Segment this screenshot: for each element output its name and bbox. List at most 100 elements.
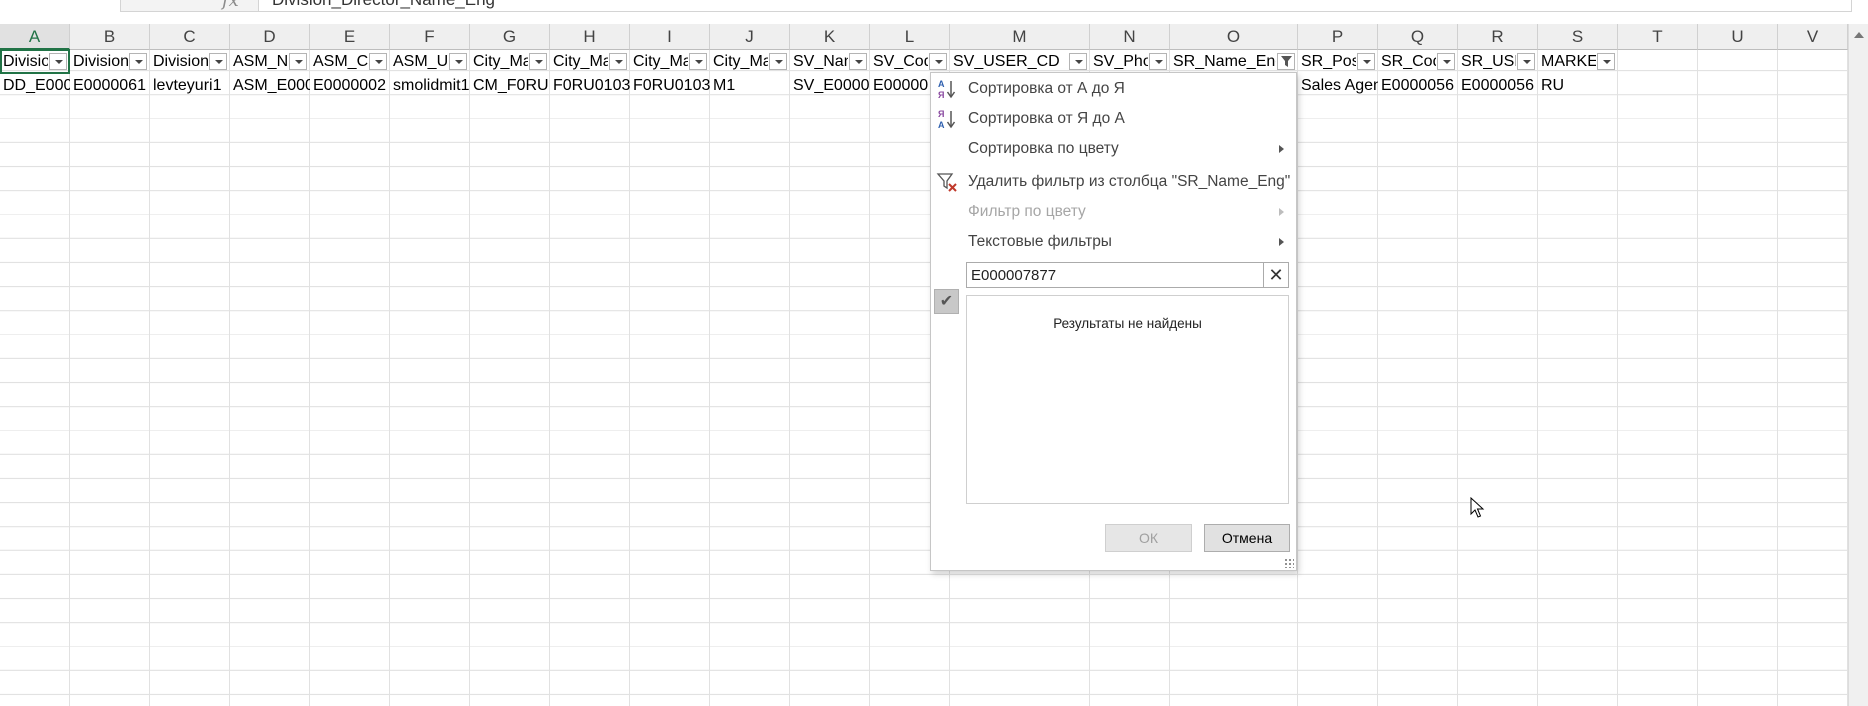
data-cell-c[interactable]: levteyuri1 <box>150 74 230 98</box>
filter-dropdown-button[interactable] <box>849 53 867 70</box>
function-icon[interactable]: fx <box>222 0 239 11</box>
filter-dropdown-button[interactable] <box>1149 53 1167 70</box>
column-header-k[interactable]: K <box>790 24 870 50</box>
header-cell-b[interactable]: Division <box>70 50 128 74</box>
formula-bar-buttons[interactable] <box>120 0 262 12</box>
filter-by-color-item: Фильтр по цвету <box>931 198 1296 226</box>
filter-search-input[interactable] <box>969 264 1261 286</box>
header-cell-i[interactable]: City_Ma <box>630 50 688 74</box>
data-cell-t[interactable] <box>1618 74 1698 98</box>
column-header-h[interactable]: H <box>550 24 630 50</box>
header-cell-f[interactable]: ASM_U <box>390 50 448 74</box>
filter-dropdown-button[interactable] <box>1517 53 1535 70</box>
sort-z-to-a-item[interactable]: Я А Сортировка от Я до А <box>931 105 1296 133</box>
filter-dropdown-button[interactable] <box>609 53 627 70</box>
header-cell-d[interactable]: ASM_N <box>230 50 288 74</box>
data-cell-g[interactable]: CM_F0RU <box>470 74 550 98</box>
column-header-r[interactable]: R <box>1458 24 1538 50</box>
scroll-up-icon[interactable] <box>1854 32 1864 38</box>
sort-a-to-z-item[interactable]: А Я Сортировка от А до Я <box>931 75 1296 103</box>
header-cell-o[interactable]: SR_Name_Eng <box>1170 50 1276 74</box>
filter-dropdown-button[interactable] <box>929 53 947 70</box>
submenu-arrow-icon <box>1279 208 1284 216</box>
data-cell-r[interactable]: E0000056 <box>1458 74 1538 98</box>
filter-dropdown-button[interactable] <box>1597 53 1615 70</box>
column-header-u[interactable]: U <box>1698 24 1778 50</box>
checkmark-icon[interactable]: ✔ <box>934 289 959 314</box>
column-header-o[interactable]: O <box>1170 24 1298 50</box>
filter-dropdown-button[interactable] <box>209 53 227 70</box>
data-cell-p[interactable]: Sales Agen <box>1298 74 1378 98</box>
header-cell-s[interactable]: MARKET <box>1538 50 1596 74</box>
filter-dropdown-button[interactable] <box>289 53 307 70</box>
column-header-g[interactable]: G <box>470 24 550 50</box>
text-filters-item[interactable]: Текстовые фильтры <box>931 228 1296 256</box>
header-cell-m[interactable]: SV_USER_CD <box>950 50 1068 74</box>
header-cell-k[interactable]: SV_Nan <box>790 50 848 74</box>
data-cell-v[interactable] <box>1778 74 1848 98</box>
column-header-a[interactable]: A <box>0 24 70 50</box>
header-cell-p[interactable]: SR_Pos <box>1298 50 1356 74</box>
data-cell-i[interactable]: F0RU0103 <box>630 74 710 98</box>
filter-dropdown-button[interactable] <box>449 53 467 70</box>
header-cell-r[interactable]: SR_USE <box>1458 50 1516 74</box>
cancel-button[interactable]: Отмена <box>1204 524 1290 552</box>
filter-dropdown-button[interactable] <box>1357 53 1375 70</box>
column-header-l[interactable]: L <box>870 24 950 50</box>
column-header-e[interactable]: E <box>310 24 390 50</box>
ok-button[interactable]: ОК <box>1105 524 1192 552</box>
filter-dropdown-button[interactable] <box>769 53 787 70</box>
filter-dropdown-button[interactable] <box>529 53 547 70</box>
header-cell-c[interactable]: Division <box>150 50 208 74</box>
header-cell-n[interactable]: SV_Pho <box>1090 50 1148 74</box>
column-header-p[interactable]: P <box>1298 24 1378 50</box>
active-filter-button[interactable] <box>1277 53 1295 70</box>
menu-item-label: Удалить фильтр из столбца "SR_Name_Eng" <box>968 173 1291 190</box>
column-header-s[interactable]: S <box>1538 24 1618 50</box>
clear-search-icon[interactable]: ✕ <box>1263 263 1288 287</box>
data-cell-j[interactable]: M1 <box>710 74 790 98</box>
filter-dropdown-button[interactable] <box>129 53 147 70</box>
header-cell-g[interactable]: City_Ma <box>470 50 528 74</box>
filter-dropdown-button[interactable] <box>1437 53 1455 70</box>
data-cell-d[interactable]: ASM_E000 <box>230 74 310 98</box>
column-header-q[interactable]: Q <box>1378 24 1458 50</box>
data-cell-s[interactable]: RU <box>1538 74 1618 98</box>
filter-dropdown-button[interactable] <box>689 53 707 70</box>
filter-values-list[interactable]: Результаты не найдены <box>966 295 1289 504</box>
data-cell-a[interactable]: DD_E0000 <box>0 74 70 98</box>
data-cell-k[interactable]: SV_E0000 <box>790 74 870 98</box>
column-header-m[interactable]: M <box>950 24 1090 50</box>
vertical-scrollbar[interactable] <box>1848 24 1868 706</box>
header-cell-j[interactable]: City_Ma <box>710 50 768 74</box>
data-cell-b[interactable]: E0000061 <box>70 74 150 98</box>
column-header-b[interactable]: B <box>70 24 150 50</box>
header-cell-q[interactable]: SR_Cod <box>1378 50 1436 74</box>
clear-filter-item[interactable]: Удалить фильтр из столбца "SR_Name_Eng" <box>931 168 1296 196</box>
svg-text:Я: Я <box>938 90 944 100</box>
sheet-grid[interactable] <box>0 24 1850 706</box>
column-header-v[interactable]: V <box>1778 24 1848 50</box>
column-header-j[interactable]: J <box>710 24 790 50</box>
data-cell-q[interactable]: E0000056 <box>1378 74 1458 98</box>
header-cell-e[interactable]: ASM_C <box>310 50 368 74</box>
column-header-n[interactable]: N <box>1090 24 1170 50</box>
submenu-arrow-icon <box>1279 238 1284 246</box>
column-header-t[interactable]: T <box>1618 24 1698 50</box>
column-header-i[interactable]: I <box>630 24 710 50</box>
sort-by-color-item[interactable]: Сортировка по цвету <box>931 135 1296 163</box>
sort-ascending-icon: А Я <box>938 79 956 100</box>
formula-input[interactable] <box>258 0 1852 12</box>
column-header-f[interactable]: F <box>390 24 470 50</box>
header-cell-l[interactable]: SV_Cod <box>870 50 928 74</box>
filter-dropdown-button[interactable] <box>1069 53 1087 70</box>
data-cell-e[interactable]: E0000002 <box>310 74 390 98</box>
column-header-c[interactable]: C <box>150 24 230 50</box>
filter-dropdown-button[interactable] <box>369 53 387 70</box>
header-cell-h[interactable]: City_Ma <box>550 50 608 74</box>
column-header-d[interactable]: D <box>230 24 310 50</box>
data-cell-f[interactable]: smolidmit1 <box>390 74 470 98</box>
resize-grip-icon[interactable] <box>1284 558 1294 568</box>
data-cell-u[interactable] <box>1698 74 1778 98</box>
data-cell-h[interactable]: F0RU0103 <box>550 74 630 98</box>
